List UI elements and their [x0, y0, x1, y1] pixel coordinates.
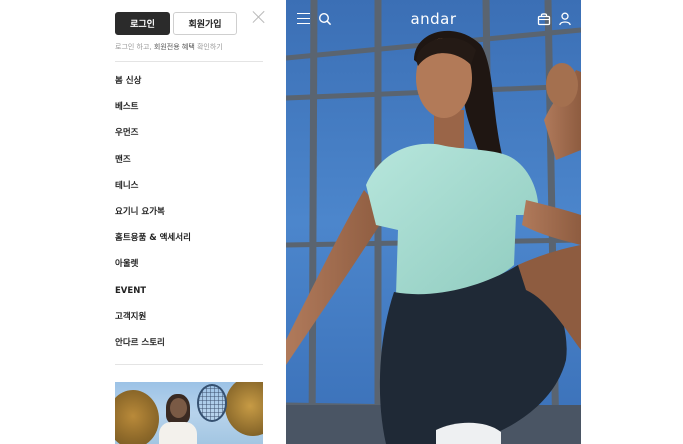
- login-button[interactable]: 로그인: [115, 12, 170, 35]
- close-icon[interactable]: [252, 10, 266, 24]
- signup-button[interactable]: 회원가입: [173, 12, 237, 35]
- divider: [115, 61, 263, 62]
- divider: [115, 364, 263, 365]
- promo-tree: [225, 382, 263, 436]
- user-icon[interactable]: [558, 12, 572, 26]
- hint-highlight[interactable]: 회원전용 혜택: [154, 43, 195, 51]
- menu-item-best[interactable]: 베스트: [115, 97, 191, 123]
- auth-buttons: 로그인 회원가입: [115, 12, 237, 35]
- hero-illustration: [286, 0, 581, 444]
- hint-prefix: 로그인 하고,: [115, 43, 154, 51]
- menu-item-event[interactable]: EVENT: [115, 281, 191, 307]
- login-hint: 로그인 하고, 회원전용 혜택 확인하기: [115, 42, 223, 52]
- hero-image: [286, 0, 581, 444]
- menu-item-support[interactable]: 고객지원: [115, 307, 191, 333]
- menu-item-home-training[interactable]: 홈트용품 & 액세서리: [115, 228, 191, 254]
- hint-suffix: 확인하기: [194, 43, 223, 51]
- top-bar: andar: [286, 0, 581, 40]
- menu-item-spring-new[interactable]: 봄 신상: [115, 71, 191, 97]
- promo-model-body: [159, 422, 197, 444]
- promo-tree: [115, 390, 159, 444]
- drawer-menu: 봄 신상 베스트 우먼즈 맨즈 테니스 요기니 요가복 홈트용품 & 액세서리 …: [115, 71, 191, 359]
- tennis-racket-shape: [197, 384, 227, 422]
- menu-item-outlet[interactable]: 아울렛: [115, 254, 191, 280]
- menu-item-tennis[interactable]: 테니스: [115, 176, 191, 202]
- promo-banner-image[interactable]: [115, 382, 263, 444]
- menu-item-yogini[interactable]: 요기니 요가복: [115, 202, 191, 228]
- side-drawer: 로그인 회원가입 로그인 하고, 회원전용 혜택 확인하기 봄 신상 베스트 우…: [100, 0, 286, 444]
- promo-model-head: [170, 398, 187, 418]
- menu-item-story[interactable]: 안다르 스토리: [115, 333, 191, 359]
- bag-icon[interactable]: [537, 12, 551, 26]
- menu-item-mens[interactable]: 맨즈: [115, 150, 191, 176]
- menu-item-womens[interactable]: 우먼즈: [115, 123, 191, 149]
